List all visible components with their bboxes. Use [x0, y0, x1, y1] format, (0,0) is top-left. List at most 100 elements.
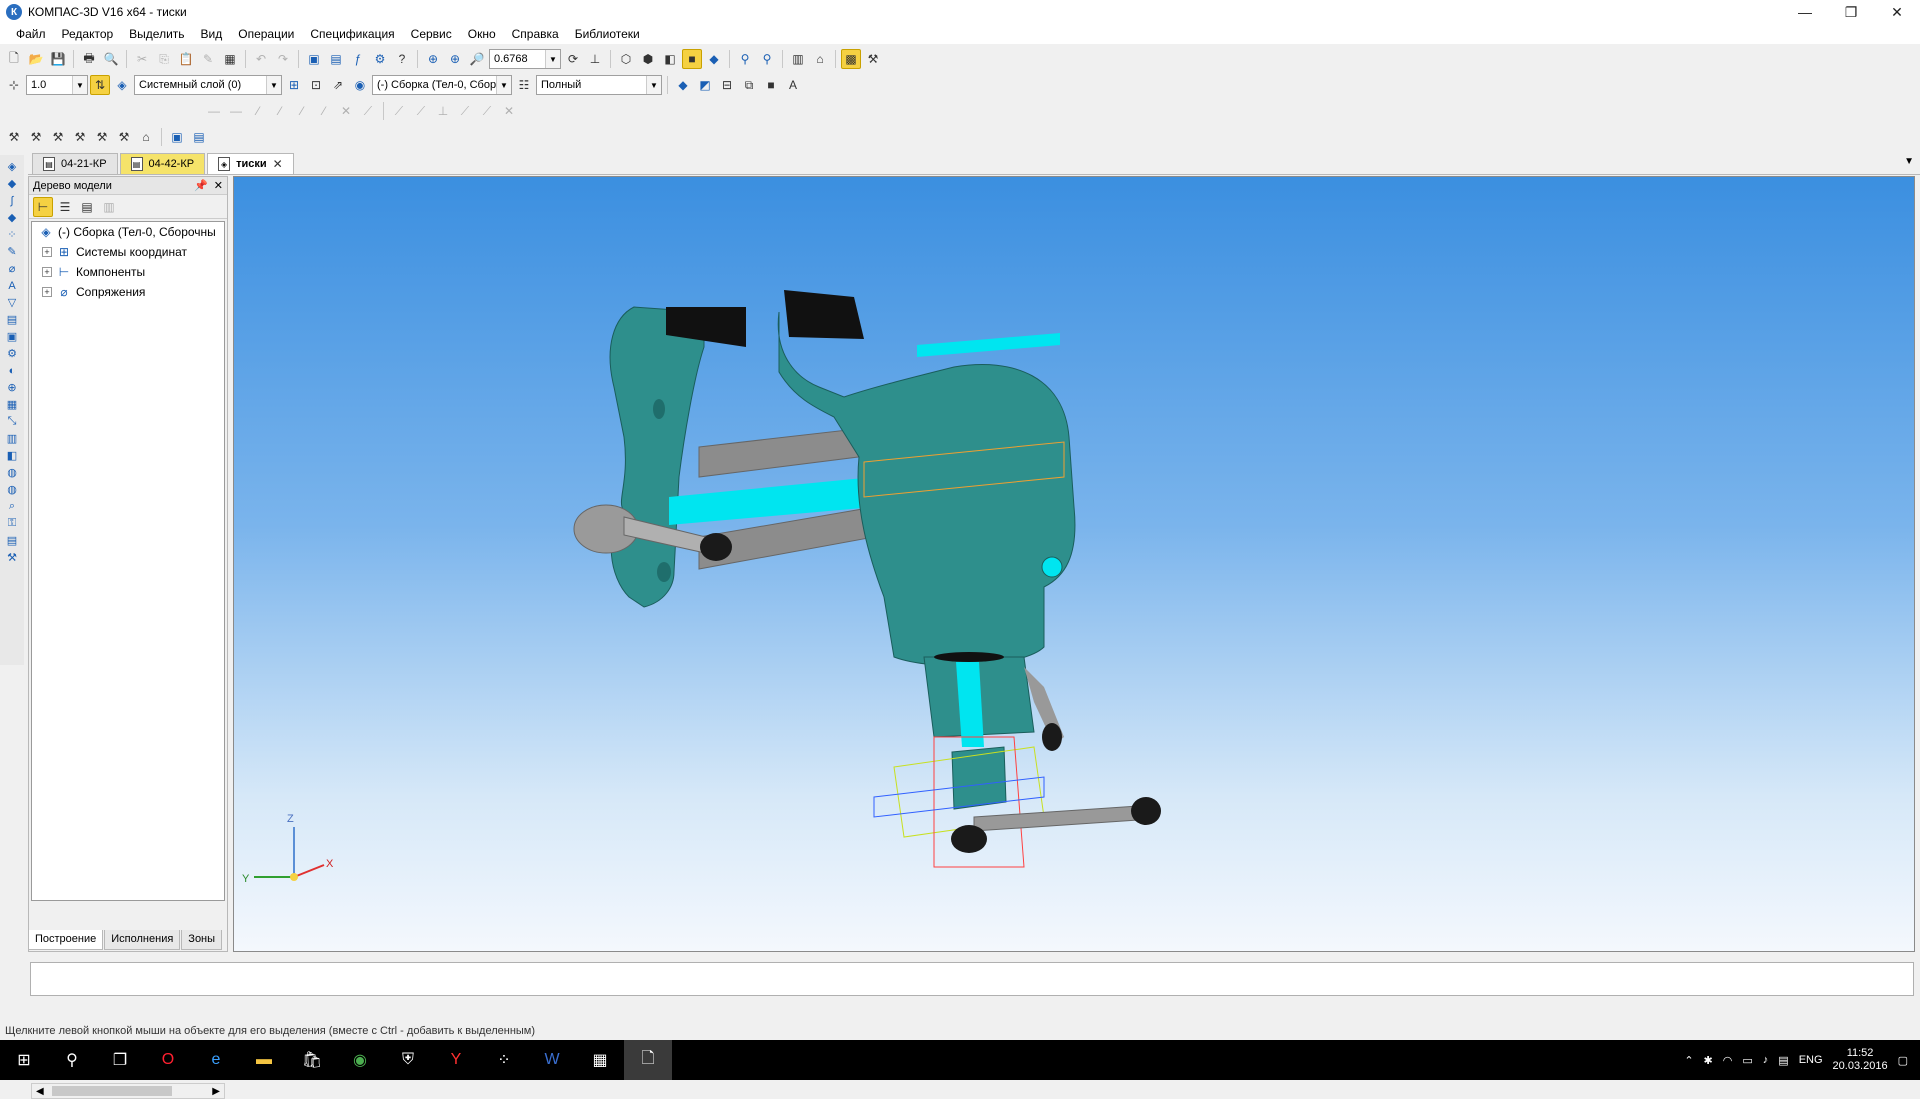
- tool-icon[interactable]: ⚿: [3, 516, 21, 531]
- yandex-icon[interactable]: Y: [432, 1040, 480, 1080]
- world-of-tanks-icon[interactable]: ⛨: [384, 1040, 432, 1080]
- tool-icon[interactable]: ▤: [3, 533, 21, 548]
- redo-icon[interactable]: ↷: [273, 49, 293, 69]
- line-icon[interactable]: ⁄: [270, 101, 290, 121]
- opera-icon[interactable]: O: [144, 1040, 192, 1080]
- tree-item-components[interactable]: + ⊢ Компоненты: [32, 262, 224, 282]
- bluetooth-icon[interactable]: ✱: [1704, 1054, 1713, 1067]
- pin-icon[interactable]: 📌: [194, 179, 208, 192]
- zoom-window-icon[interactable]: ⊕: [423, 49, 443, 69]
- mode-icon[interactable]: ☷: [514, 75, 534, 95]
- battery-icon[interactable]: ▭: [1742, 1054, 1752, 1067]
- properties-icon[interactable]: ▦: [220, 49, 240, 69]
- menu-file[interactable]: Файл: [8, 27, 54, 41]
- plane-icon[interactable]: ⧉: [739, 75, 759, 95]
- save-icon[interactable]: 💾: [48, 49, 68, 69]
- menu-select[interactable]: Выделить: [121, 27, 192, 41]
- line-icon[interactable]: ⟋: [358, 101, 378, 121]
- task-view-icon[interactable]: ❐: [96, 1040, 144, 1080]
- variables-icon[interactable]: ƒ: [348, 49, 368, 69]
- tool-icon[interactable]: ⌀: [3, 261, 21, 276]
- notifications-icon[interactable]: ▢: [1898, 1054, 1908, 1067]
- orientation-icon[interactable]: ⊥: [585, 49, 605, 69]
- tool-icon[interactable]: ▥: [3, 431, 21, 446]
- open-file-icon[interactable]: 📂: [26, 49, 46, 69]
- search-icon[interactable]: ⚲: [48, 1040, 96, 1080]
- library-icon[interactable]: ▤: [326, 49, 346, 69]
- tool-icon[interactable]: ⚙: [3, 346, 21, 361]
- tool-icon[interactable]: ▣: [3, 329, 21, 344]
- tool-icon[interactable]: ⚒: [70, 127, 90, 147]
- rotate-icon[interactable]: ⟳: [563, 49, 583, 69]
- line-icon[interactable]: ⟋: [455, 101, 475, 121]
- close-icon[interactable]: ✕: [273, 157, 283, 171]
- scroll-right-icon[interactable]: ▶: [212, 1086, 220, 1097]
- tool-icon[interactable]: ◍: [3, 465, 21, 480]
- tool-icon[interactable]: ⚒: [3, 550, 21, 565]
- command-line-input[interactable]: [30, 962, 1914, 996]
- chevron-down-icon[interactable]: ▼: [545, 50, 560, 68]
- tool-icon[interactable]: ▦: [3, 397, 21, 412]
- tab-executions[interactable]: Исполнения: [104, 930, 181, 950]
- chevron-down-icon[interactable]: ▼: [646, 76, 661, 94]
- color-icon[interactable]: ■: [761, 75, 781, 95]
- tool-icon[interactable]: ◈: [3, 159, 21, 174]
- preview-icon[interactable]: 🔍: [101, 49, 121, 69]
- filter-icon[interactable]: ⚲: [735, 49, 755, 69]
- tool-icon[interactable]: ⚒: [48, 127, 68, 147]
- tabs-menu-icon[interactable]: ▼: [1904, 156, 1914, 167]
- tab-construction[interactable]: Построение: [28, 930, 104, 950]
- wireframe-icon[interactable]: ⬡: [616, 49, 636, 69]
- line-icon[interactable]: ⊥: [433, 101, 453, 121]
- line-icon[interactable]: ⟋: [477, 101, 497, 121]
- menu-editor[interactable]: Редактор: [54, 27, 122, 41]
- input-indicator-icon[interactable]: ▤: [1778, 1054, 1788, 1067]
- restore-button[interactable]: ❐: [1828, 0, 1874, 24]
- layer-combo[interactable]: Системный слой (0) ▼: [134, 75, 282, 95]
- menu-service[interactable]: Сервис: [403, 27, 460, 41]
- chevron-down-icon[interactable]: ▼: [72, 76, 87, 94]
- language-indicator[interactable]: ENG: [1799, 1054, 1823, 1066]
- tool-icon[interactable]: ▤: [189, 127, 209, 147]
- line-icon[interactable]: ⁄: [292, 101, 312, 121]
- expand-icon[interactable]: +: [42, 287, 52, 297]
- line-icon[interactable]: ⁄: [314, 101, 334, 121]
- chevron-up-icon[interactable]: ⌃: [1684, 1054, 1693, 1067]
- scroll-thumb[interactable]: [52, 1086, 172, 1096]
- coord-system-icon[interactable]: ⊞: [284, 75, 304, 95]
- tab-04-21-kr[interactable]: ▤ 04-21-КР: [32, 153, 118, 174]
- tool-icon[interactable]: ⁘: [3, 227, 21, 242]
- format-brush-icon[interactable]: ✎: [198, 49, 218, 69]
- 3d-viewport[interactable]: Z Y X: [233, 176, 1915, 952]
- tool-icon[interactable]: ◧: [3, 448, 21, 463]
- start-icon[interactable]: ⊞: [0, 1040, 48, 1080]
- tree-item-mates[interactable]: + ⌀ Сопряжения: [32, 282, 224, 302]
- tool-icon[interactable]: ∫: [3, 193, 21, 208]
- word-icon[interactable]: W: [528, 1040, 576, 1080]
- tool-icon[interactable]: ⚒: [92, 127, 112, 147]
- line-icon[interactable]: ✕: [336, 101, 356, 121]
- layer-icon[interactable]: ◈: [112, 75, 132, 95]
- snap-icon[interactable]: ⇅: [90, 75, 110, 95]
- halftone-icon[interactable]: ◧: [660, 49, 680, 69]
- shaded-edges-icon[interactable]: ◆: [704, 49, 724, 69]
- tool-icon[interactable]: ⚒: [114, 127, 134, 147]
- menu-window[interactable]: Окно: [460, 27, 504, 41]
- step-combo[interactable]: 1.0 ▼: [26, 75, 88, 95]
- wifi-icon[interactable]: ◠: [1723, 1054, 1733, 1067]
- hidden-lines-icon[interactable]: ⬢: [638, 49, 658, 69]
- tree-structure-icon[interactable]: ⊢: [33, 196, 53, 217]
- line-icon[interactable]: ⁄: [248, 101, 268, 121]
- text-tool-icon[interactable]: A: [783, 75, 803, 95]
- line-icon[interactable]: ⟋: [389, 101, 409, 121]
- local-cs-icon[interactable]: ⊡: [306, 75, 326, 95]
- minimize-button[interactable]: —: [1782, 0, 1828, 24]
- tool-icon[interactable]: ⚒: [26, 127, 46, 147]
- tool-icon[interactable]: ▤: [3, 312, 21, 327]
- line-icon[interactable]: —: [226, 101, 246, 121]
- tool-icon[interactable]: ◆: [3, 210, 21, 225]
- tool-icon[interactable]: A: [3, 278, 21, 293]
- clock[interactable]: 11:52 20.03.2016: [1833, 1047, 1888, 1073]
- expand-icon[interactable]: +: [42, 247, 52, 257]
- volume-icon[interactable]: ♪: [1763, 1054, 1769, 1066]
